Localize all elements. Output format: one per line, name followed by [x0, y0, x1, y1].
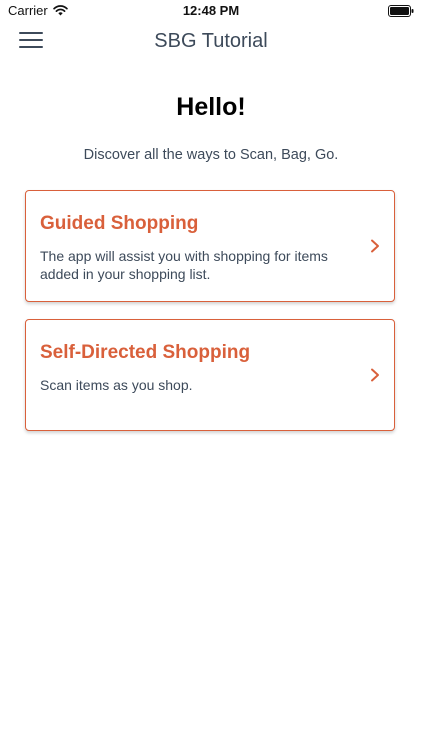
self-directed-shopping-card[interactable]: Self-Directed Shopping Scan items as you…	[25, 319, 395, 431]
nav-bar: SBG Tutorial	[0, 22, 422, 62]
nav-title: SBG Tutorial	[154, 30, 268, 52]
card-description: Scan items as you shop.	[40, 377, 193, 393]
card-title: Guided Shopping	[40, 213, 199, 234]
battery-icon	[388, 5, 414, 17]
card-title: Self-Directed Shopping	[40, 342, 251, 363]
chevron-right-icon	[370, 239, 380, 253]
status-time: 12:48 PM	[182, 3, 240, 18]
chevron-right-icon	[370, 368, 380, 382]
guided-shopping-card[interactable]: Guided Shopping The app will assist you …	[25, 190, 395, 302]
greeting-subtitle: Discover all the ways to Scan, Bag, Go.	[83, 147, 339, 163]
status-bar: Carrier 12:48 PM	[0, 0, 422, 22]
card-description: The app will assist you with shopping fo…	[40, 248, 328, 282]
greeting-heading: Hello!	[176, 93, 246, 121]
